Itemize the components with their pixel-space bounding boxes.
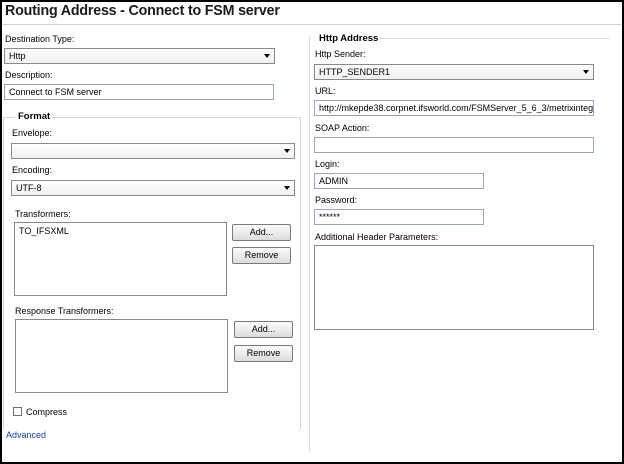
response-transformers-list[interactable] bbox=[15, 319, 228, 393]
encoding-select[interactable]: UTF-8 bbox=[11, 180, 295, 196]
dropdown-arrow-icon bbox=[284, 149, 290, 153]
transformers-remove-button[interactable]: Remove bbox=[232, 247, 291, 264]
encoding-label: Encoding: bbox=[12, 165, 53, 175]
transformers-add-button[interactable]: Add... bbox=[232, 224, 291, 241]
column-divider bbox=[309, 36, 310, 452]
response-transformers-remove-button[interactable]: Remove bbox=[234, 345, 293, 362]
envelope-select[interactable] bbox=[11, 143, 295, 159]
advanced-link[interactable]: Advanced bbox=[6, 430, 46, 440]
compress-label: Compress bbox=[26, 407, 68, 417]
password-label: Password: bbox=[315, 195, 358, 205]
description-label: Description: bbox=[5, 70, 53, 80]
http-sender-value: HTTP_SENDER1 bbox=[319, 67, 391, 77]
dropdown-arrow-icon bbox=[284, 186, 290, 190]
window-title: Routing Address - Connect to FSM server bbox=[5, 2, 280, 19]
format-group-title: Format bbox=[15, 111, 54, 122]
additional-header-label: Additional Header Parameters: bbox=[315, 232, 439, 242]
list-item[interactable]: TO_IFSXML bbox=[19, 226, 222, 236]
http-address-divider bbox=[380, 38, 610, 39]
transformers-list[interactable]: TO_IFSXML bbox=[14, 222, 227, 296]
additional-header-textarea[interactable] bbox=[314, 245, 594, 330]
http-sender-label: Http Sender: bbox=[315, 49, 366, 59]
destination-type-label: Destination Type: bbox=[5, 34, 75, 44]
envelope-label: Envelope: bbox=[12, 128, 53, 138]
login-label: Login: bbox=[315, 159, 340, 169]
encoding-value: UTF-8 bbox=[16, 183, 42, 193]
soap-action-label: SOAP Action: bbox=[315, 123, 370, 133]
dropdown-arrow-icon bbox=[583, 70, 589, 74]
url-label: URL: bbox=[315, 86, 336, 96]
response-transformers-label: Response Transformers: bbox=[15, 306, 114, 316]
description-input[interactable]: Connect to FSM server bbox=[4, 84, 274, 100]
dropdown-arrow-icon bbox=[264, 54, 270, 58]
transformers-label: Transformers: bbox=[15, 209, 71, 219]
url-input[interactable]: http://mkepde38.corpnet.ifsworld.com/FSM… bbox=[314, 100, 594, 116]
http-address-title: Http Address bbox=[319, 33, 379, 44]
response-transformers-add-button[interactable]: Add... bbox=[234, 321, 293, 338]
title-divider bbox=[3, 24, 621, 25]
http-sender-select[interactable]: HTTP_SENDER1 bbox=[314, 64, 594, 80]
login-input[interactable]: ADMIN bbox=[314, 173, 484, 189]
destination-type-value: Http bbox=[9, 51, 26, 61]
password-input[interactable]: ****** bbox=[314, 209, 484, 225]
soap-action-input[interactable] bbox=[314, 137, 594, 153]
compress-checkbox[interactable] bbox=[13, 407, 22, 416]
destination-type-select[interactable]: Http bbox=[4, 48, 275, 64]
